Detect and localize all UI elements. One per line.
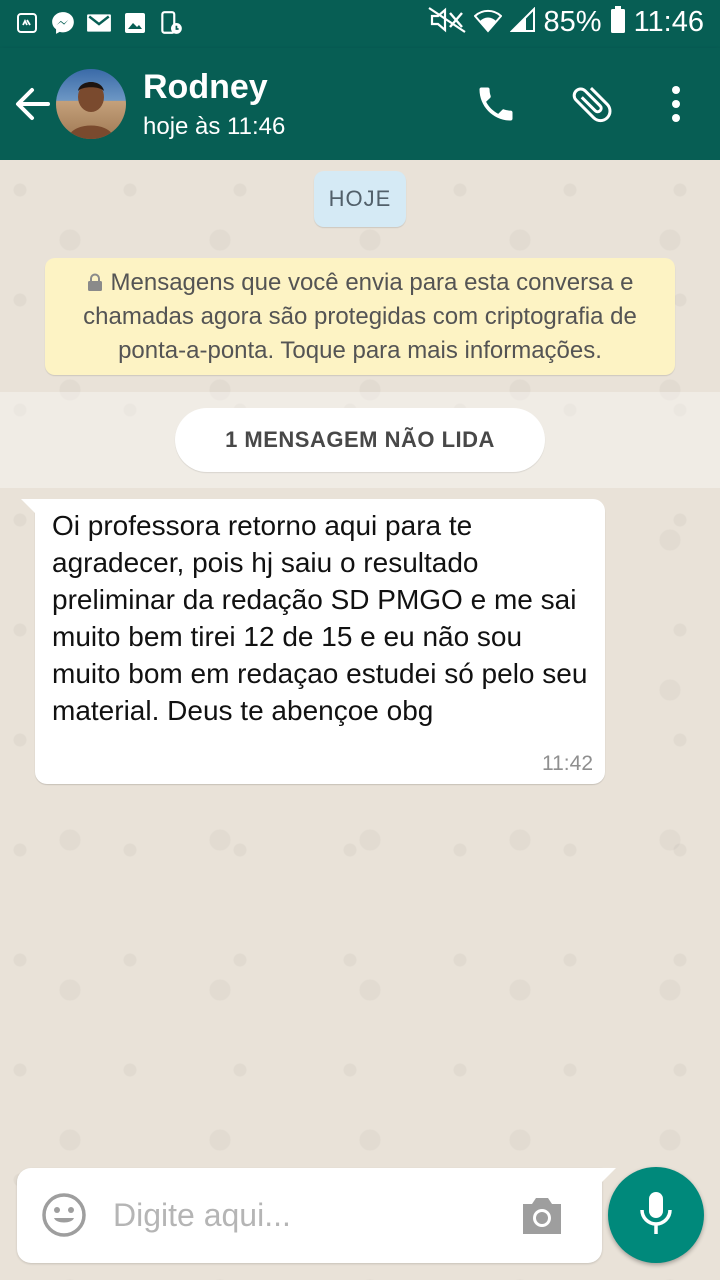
phone-icon[interactable] — [474, 82, 518, 126]
emoji-icon[interactable] — [41, 1192, 87, 1238]
chat-header: Rodney hoje às 11:46 — [0, 48, 720, 160]
battery-percent: 85% — [543, 6, 602, 38]
camera-icon[interactable] — [519, 1194, 565, 1238]
battery-icon — [610, 6, 626, 39]
signal-icon — [509, 6, 536, 38]
status-clock: 11:46 — [633, 6, 704, 38]
unread-divider: 1 MENSAGEM NÃO LIDA — [175, 408, 545, 472]
chat-area[interactable]: HOJE Mensagens que você envia para esta … — [0, 160, 720, 1280]
notification-icons — [14, 10, 184, 36]
avatar[interactable] — [56, 69, 126, 139]
message-bubble-incoming[interactable]: Oi professora retorno aqui para te agrad… — [21, 499, 605, 784]
back-arrow-icon[interactable] — [12, 84, 52, 124]
lock-icon — [87, 267, 103, 291]
more-vert-icon[interactable] — [660, 82, 692, 126]
contact-name[interactable]: Rodney — [143, 68, 268, 107]
message-time: 11:42 — [542, 752, 593, 775]
gmail-icon — [86, 10, 112, 36]
system-tray: 85% 11:46 — [427, 6, 704, 39]
encryption-notice[interactable]: Mensagens que você envia para esta conve… — [45, 258, 675, 375]
message-text: Oi professora retorno aqui para te agrad… — [52, 510, 588, 726]
mic-button[interactable] — [608, 1167, 704, 1263]
image-icon — [122, 10, 148, 36]
mute-icon — [427, 7, 466, 38]
paperclip-icon[interactable] — [568, 80, 616, 128]
encryption-notice-text: Mensagens que você envia para esta conve… — [83, 268, 637, 364]
messenger-icon — [50, 10, 76, 36]
message-input[interactable] — [113, 1188, 493, 1242]
composer — [17, 1168, 616, 1263]
status-bar: 85% 11:46 — [0, 0, 720, 48]
microphone-icon — [638, 1190, 674, 1241]
last-seen-status[interactable]: hoje às 11:46 — [143, 113, 285, 141]
recycle-icon — [14, 10, 40, 36]
phone-clock-icon — [158, 10, 184, 36]
date-divider: HOJE — [314, 171, 406, 227]
wifi-icon — [473, 7, 502, 38]
